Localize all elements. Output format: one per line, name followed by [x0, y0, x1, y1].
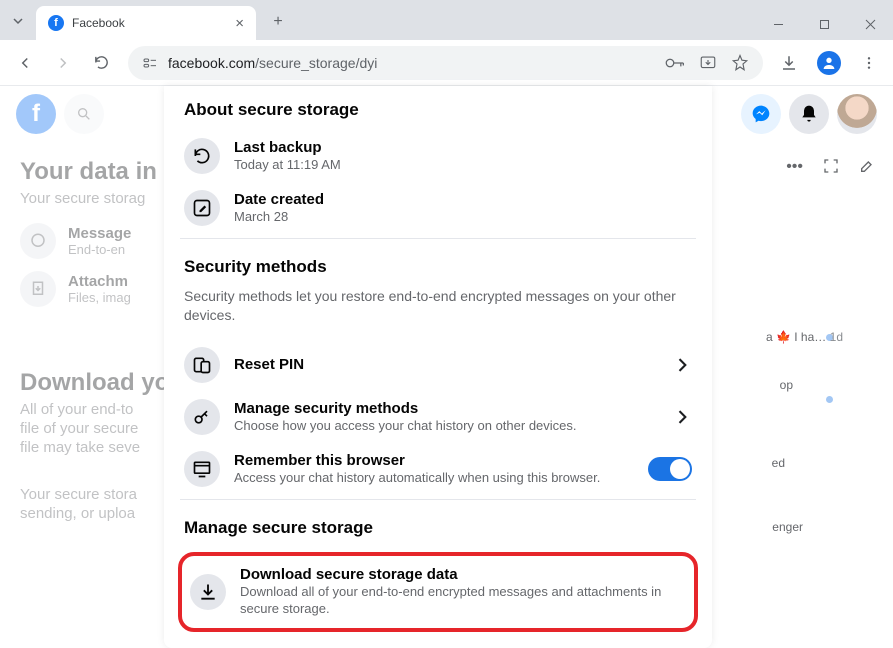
page-actions: •••: [786, 158, 875, 176]
address-bar[interactable]: facebook.com/secure_storage/dyi: [128, 46, 763, 80]
date-created-row: Date createdMarch 28: [164, 182, 712, 234]
compose-icon[interactable]: [859, 158, 875, 174]
window-controls: [755, 8, 893, 40]
monitor-icon: [184, 451, 220, 487]
new-tab-button[interactable]: +: [264, 8, 292, 36]
bookmark-star-icon[interactable]: [731, 54, 749, 72]
chevron-right-icon: [672, 407, 692, 427]
remember-browser-row: Remember this browserAccess your chat hi…: [164, 443, 712, 495]
chevron-right-icon: [672, 355, 692, 375]
install-app-icon[interactable]: [699, 54, 717, 72]
forward-button[interactable]: [46, 46, 80, 80]
last-backup-row: Last backupToday at 11:19 AM: [164, 130, 712, 182]
download-highlight: Download secure storage dataDownload all…: [178, 552, 698, 632]
browser-toolbar: facebook.com/secure_storage/dyi: [0, 40, 893, 86]
maximize-button[interactable]: [801, 8, 847, 40]
chrome-menu-button[interactable]: [853, 47, 885, 79]
refresh-icon: [184, 138, 220, 174]
tab-search-dropdown[interactable]: [0, 6, 36, 36]
edit-icon: [184, 190, 220, 226]
secure-storage-panel: About secure storage Last backupToday at…: [164, 86, 712, 648]
facebook-favicon-icon: f: [48, 15, 64, 31]
manage-security-methods-row[interactable]: Manage security methodsChoose how you ac…: [164, 391, 712, 443]
manage-storage-title: Manage secure storage: [164, 504, 712, 548]
devices-icon: [184, 347, 220, 383]
key-icon[interactable]: [665, 56, 685, 70]
facebook-logo-icon[interactable]: f: [16, 94, 56, 134]
notifications-button[interactable]: [789, 94, 829, 134]
about-section-title: About secure storage: [164, 86, 712, 130]
browser-tab-strip: f Facebook × +: [0, 0, 893, 40]
minimize-button[interactable]: [755, 8, 801, 40]
download-secure-storage-row[interactable]: Download secure storage dataDownload all…: [182, 560, 694, 624]
remember-browser-toggle[interactable]: [648, 457, 692, 481]
tab-title: Facebook: [72, 16, 227, 30]
security-methods-desc: Security methods let you restore end-to-…: [164, 287, 712, 339]
url-text: facebook.com/secure_storage/dyi: [168, 55, 377, 71]
more-icon[interactable]: •••: [786, 158, 803, 176]
chat-preview[interactable]: a 🍁 I ha… 1d: [766, 330, 843, 344]
chat-preview[interactable]: op: [780, 378, 793, 392]
account-avatar[interactable]: [837, 94, 877, 134]
bg-text: enger: [772, 520, 803, 534]
downloads-button[interactable]: [773, 47, 805, 79]
key-icon: [184, 399, 220, 435]
profile-button[interactable]: [813, 47, 845, 79]
fullscreen-icon[interactable]: [823, 158, 839, 174]
back-button[interactable]: [8, 46, 42, 80]
attachments-icon: [20, 271, 56, 307]
close-tab-icon[interactable]: ×: [235, 15, 244, 32]
browser-tab[interactable]: f Facebook ×: [36, 6, 256, 40]
reset-pin-row[interactable]: Reset PIN: [164, 339, 712, 391]
download-icon: [190, 574, 226, 610]
facebook-search-button[interactable]: [64, 94, 104, 134]
security-methods-title: Security methods: [164, 243, 712, 287]
site-settings-icon[interactable]: [142, 55, 158, 71]
bg-text: ed: [772, 456, 785, 470]
messenger-button[interactable]: [741, 94, 781, 134]
reload-button[interactable]: [84, 46, 118, 80]
close-window-button[interactable]: [847, 8, 893, 40]
messages-icon: [20, 223, 56, 259]
